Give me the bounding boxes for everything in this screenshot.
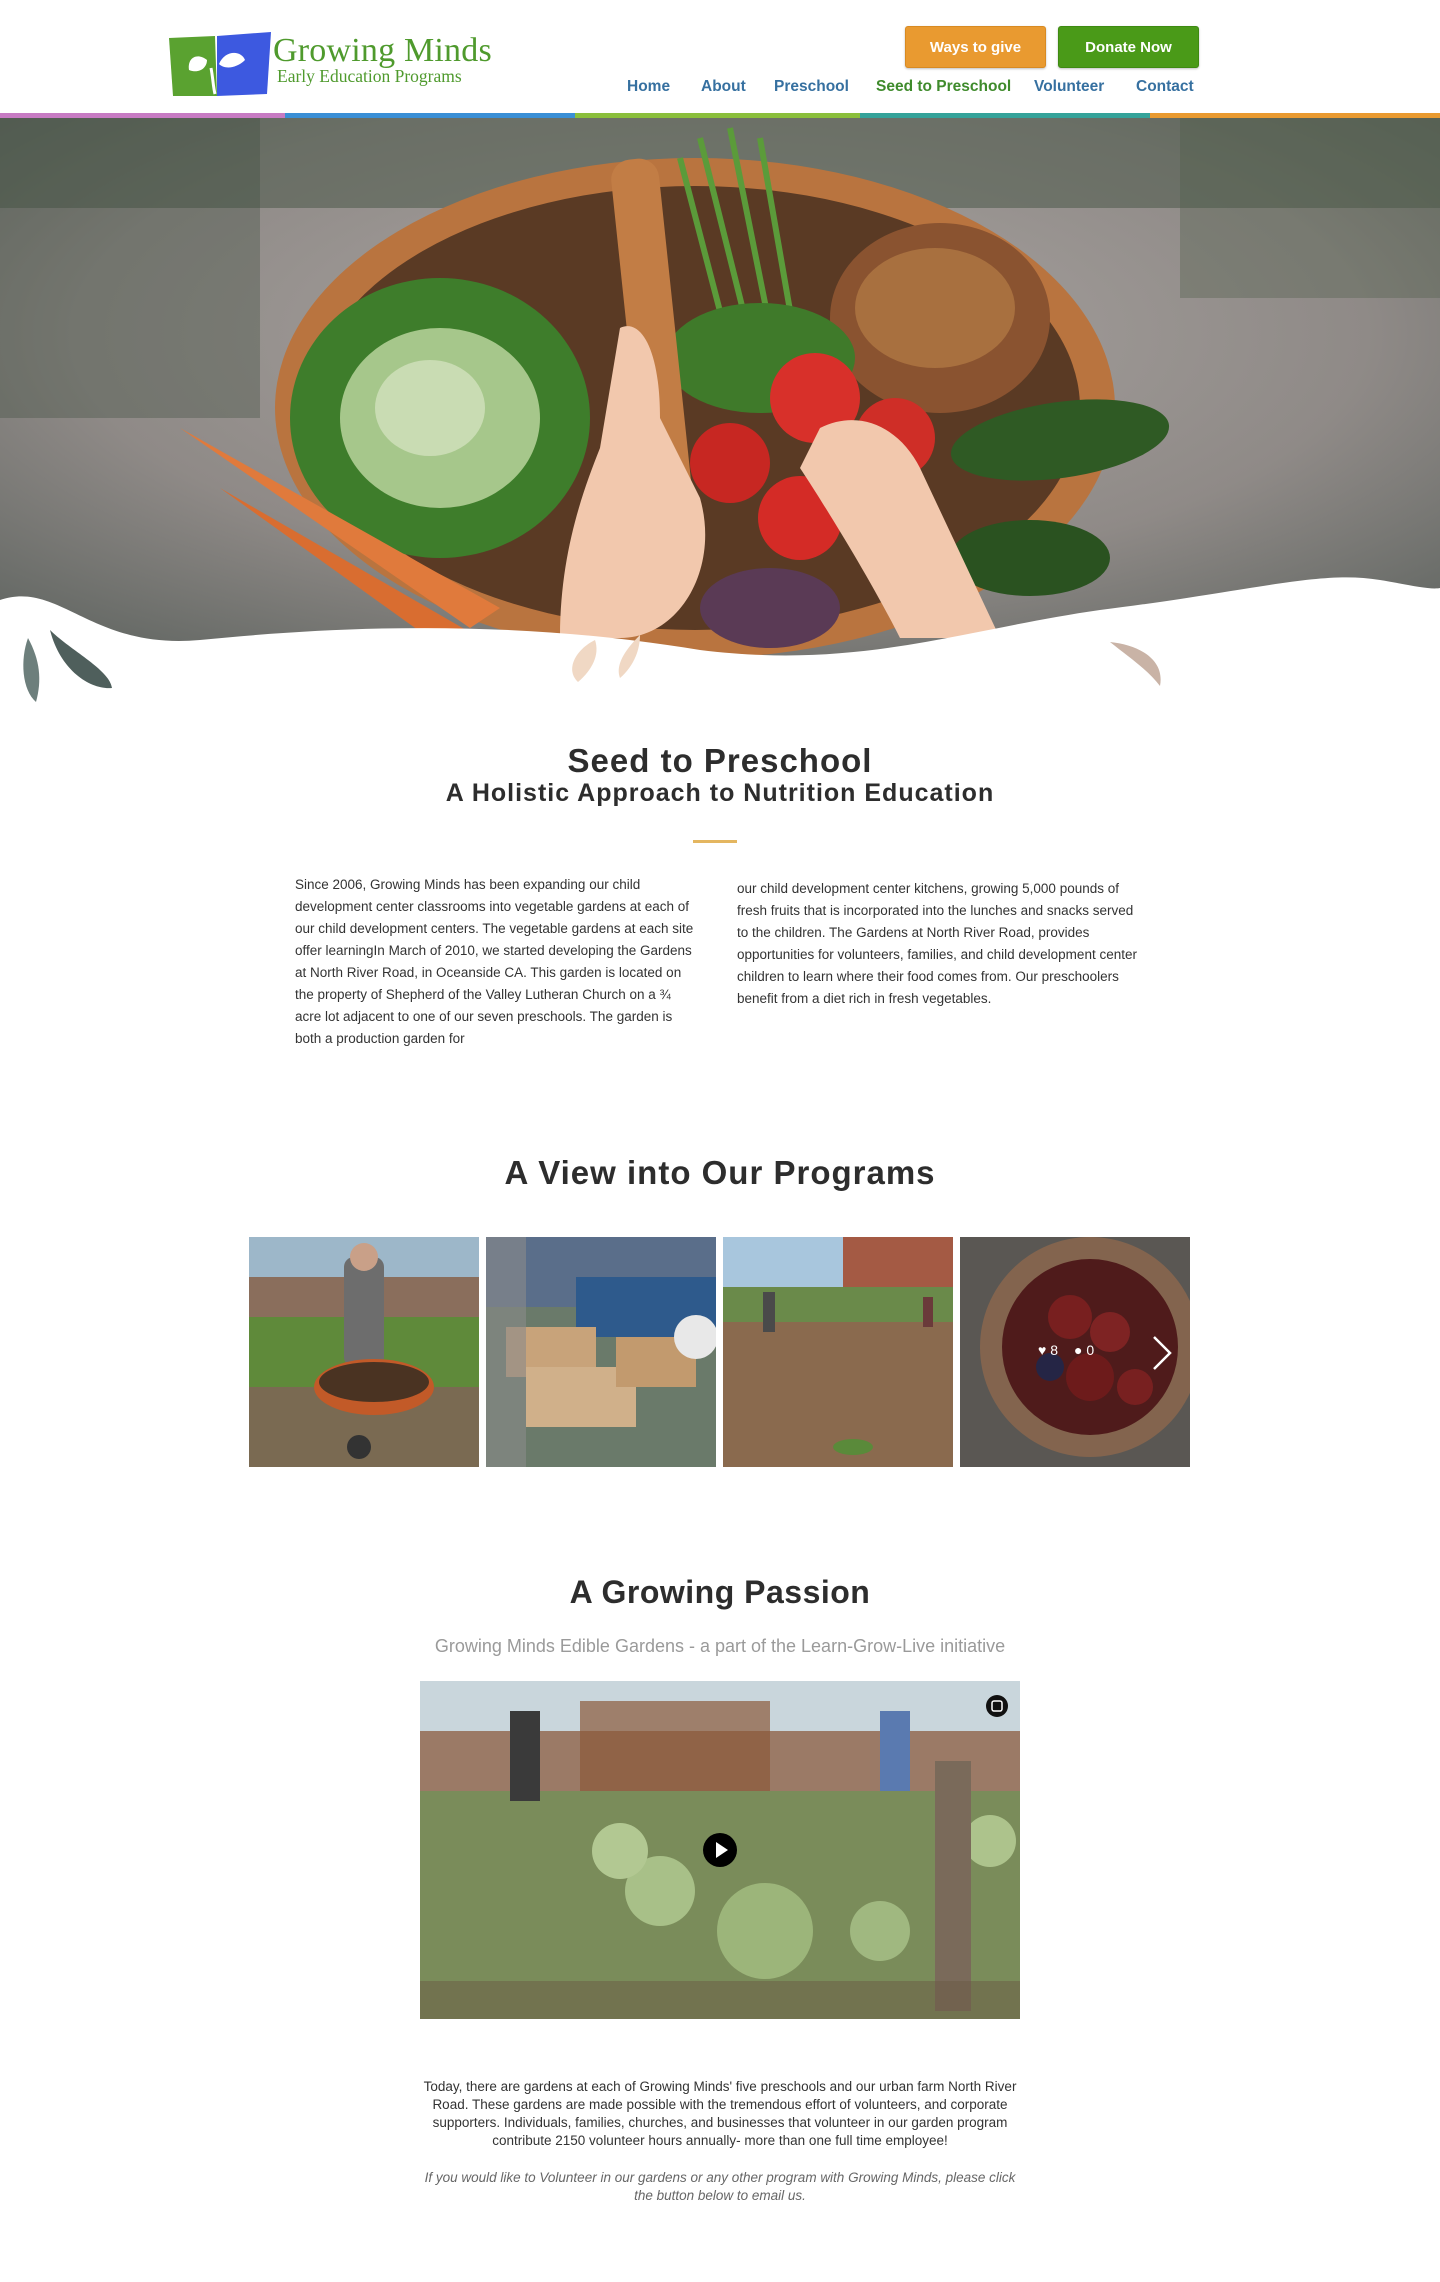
section-divider — [693, 840, 737, 843]
seed-title: Seed to Preschool — [567, 742, 873, 779]
gallery-stats: ♥ 8 ● 0 — [1038, 1342, 1138, 1358]
passion-subtitle: Growing Minds Edible Gardens - a part of… — [434, 1636, 1006, 1656]
play-icon[interactable] — [703, 1833, 737, 1867]
main-nav: Home About Preschool Seed to Preschool V… — [0, 78, 1440, 100]
channel-icon[interactable] — [986, 1695, 1008, 1717]
volunteer-note: If you would like to Volunteer in our ga… — [424, 2170, 1016, 2203]
ways-to-give-button[interactable]: Ways to give — [905, 26, 1046, 68]
nav-volunteer[interactable]: Volunteer — [1034, 78, 1104, 96]
likes-stat: ♥ 8 — [1038, 1342, 1058, 1358]
passion-title: A Growing Passion — [569, 1574, 871, 1610]
seed-text-left: Since 2006, Growing Minds has been expan… — [295, 877, 694, 1046]
seed-subtitle: A Holistic Approach to Nutrition Educati… — [445, 779, 995, 807]
nav-contact[interactable]: Contact — [1136, 78, 1194, 96]
comments-stat: ● 0 — [1074, 1342, 1094, 1358]
nav-home[interactable]: Home — [627, 78, 670, 96]
nav-seed-to-preschool[interactable]: Seed to Preschool — [876, 78, 1011, 96]
brand-title: Growing Minds — [273, 32, 492, 69]
site-header: Growing Minds Early Education Programs W… — [0, 0, 1440, 118]
donate-now-button[interactable]: Donate Now — [1058, 26, 1199, 68]
seed-text-right: our child development center kitchens, g… — [737, 881, 1137, 1006]
hero-wave-divider — [0, 577, 1440, 730]
comment-icon: ● — [1074, 1342, 1083, 1358]
passion-body: Today, there are gardens at each of Grow… — [423, 2079, 1017, 2148]
nav-about[interactable]: About — [701, 78, 746, 96]
gallery-photo-wheelbarrow[interactable] — [249, 1237, 479, 1467]
gallery-photo-tilled-plot[interactable] — [723, 1237, 953, 1467]
programs-title: A View into Our Programs — [504, 1154, 936, 1191]
nav-preschool[interactable]: Preschool — [774, 78, 849, 96]
gallery-photo-garden-beds[interactable] — [486, 1237, 716, 1467]
likes-count: 8 — [1050, 1342, 1058, 1358]
gallery-next-arrow-icon[interactable] — [1150, 1333, 1174, 1373]
comments-count: 0 — [1086, 1342, 1095, 1358]
heart-icon: ♥ — [1038, 1342, 1047, 1358]
